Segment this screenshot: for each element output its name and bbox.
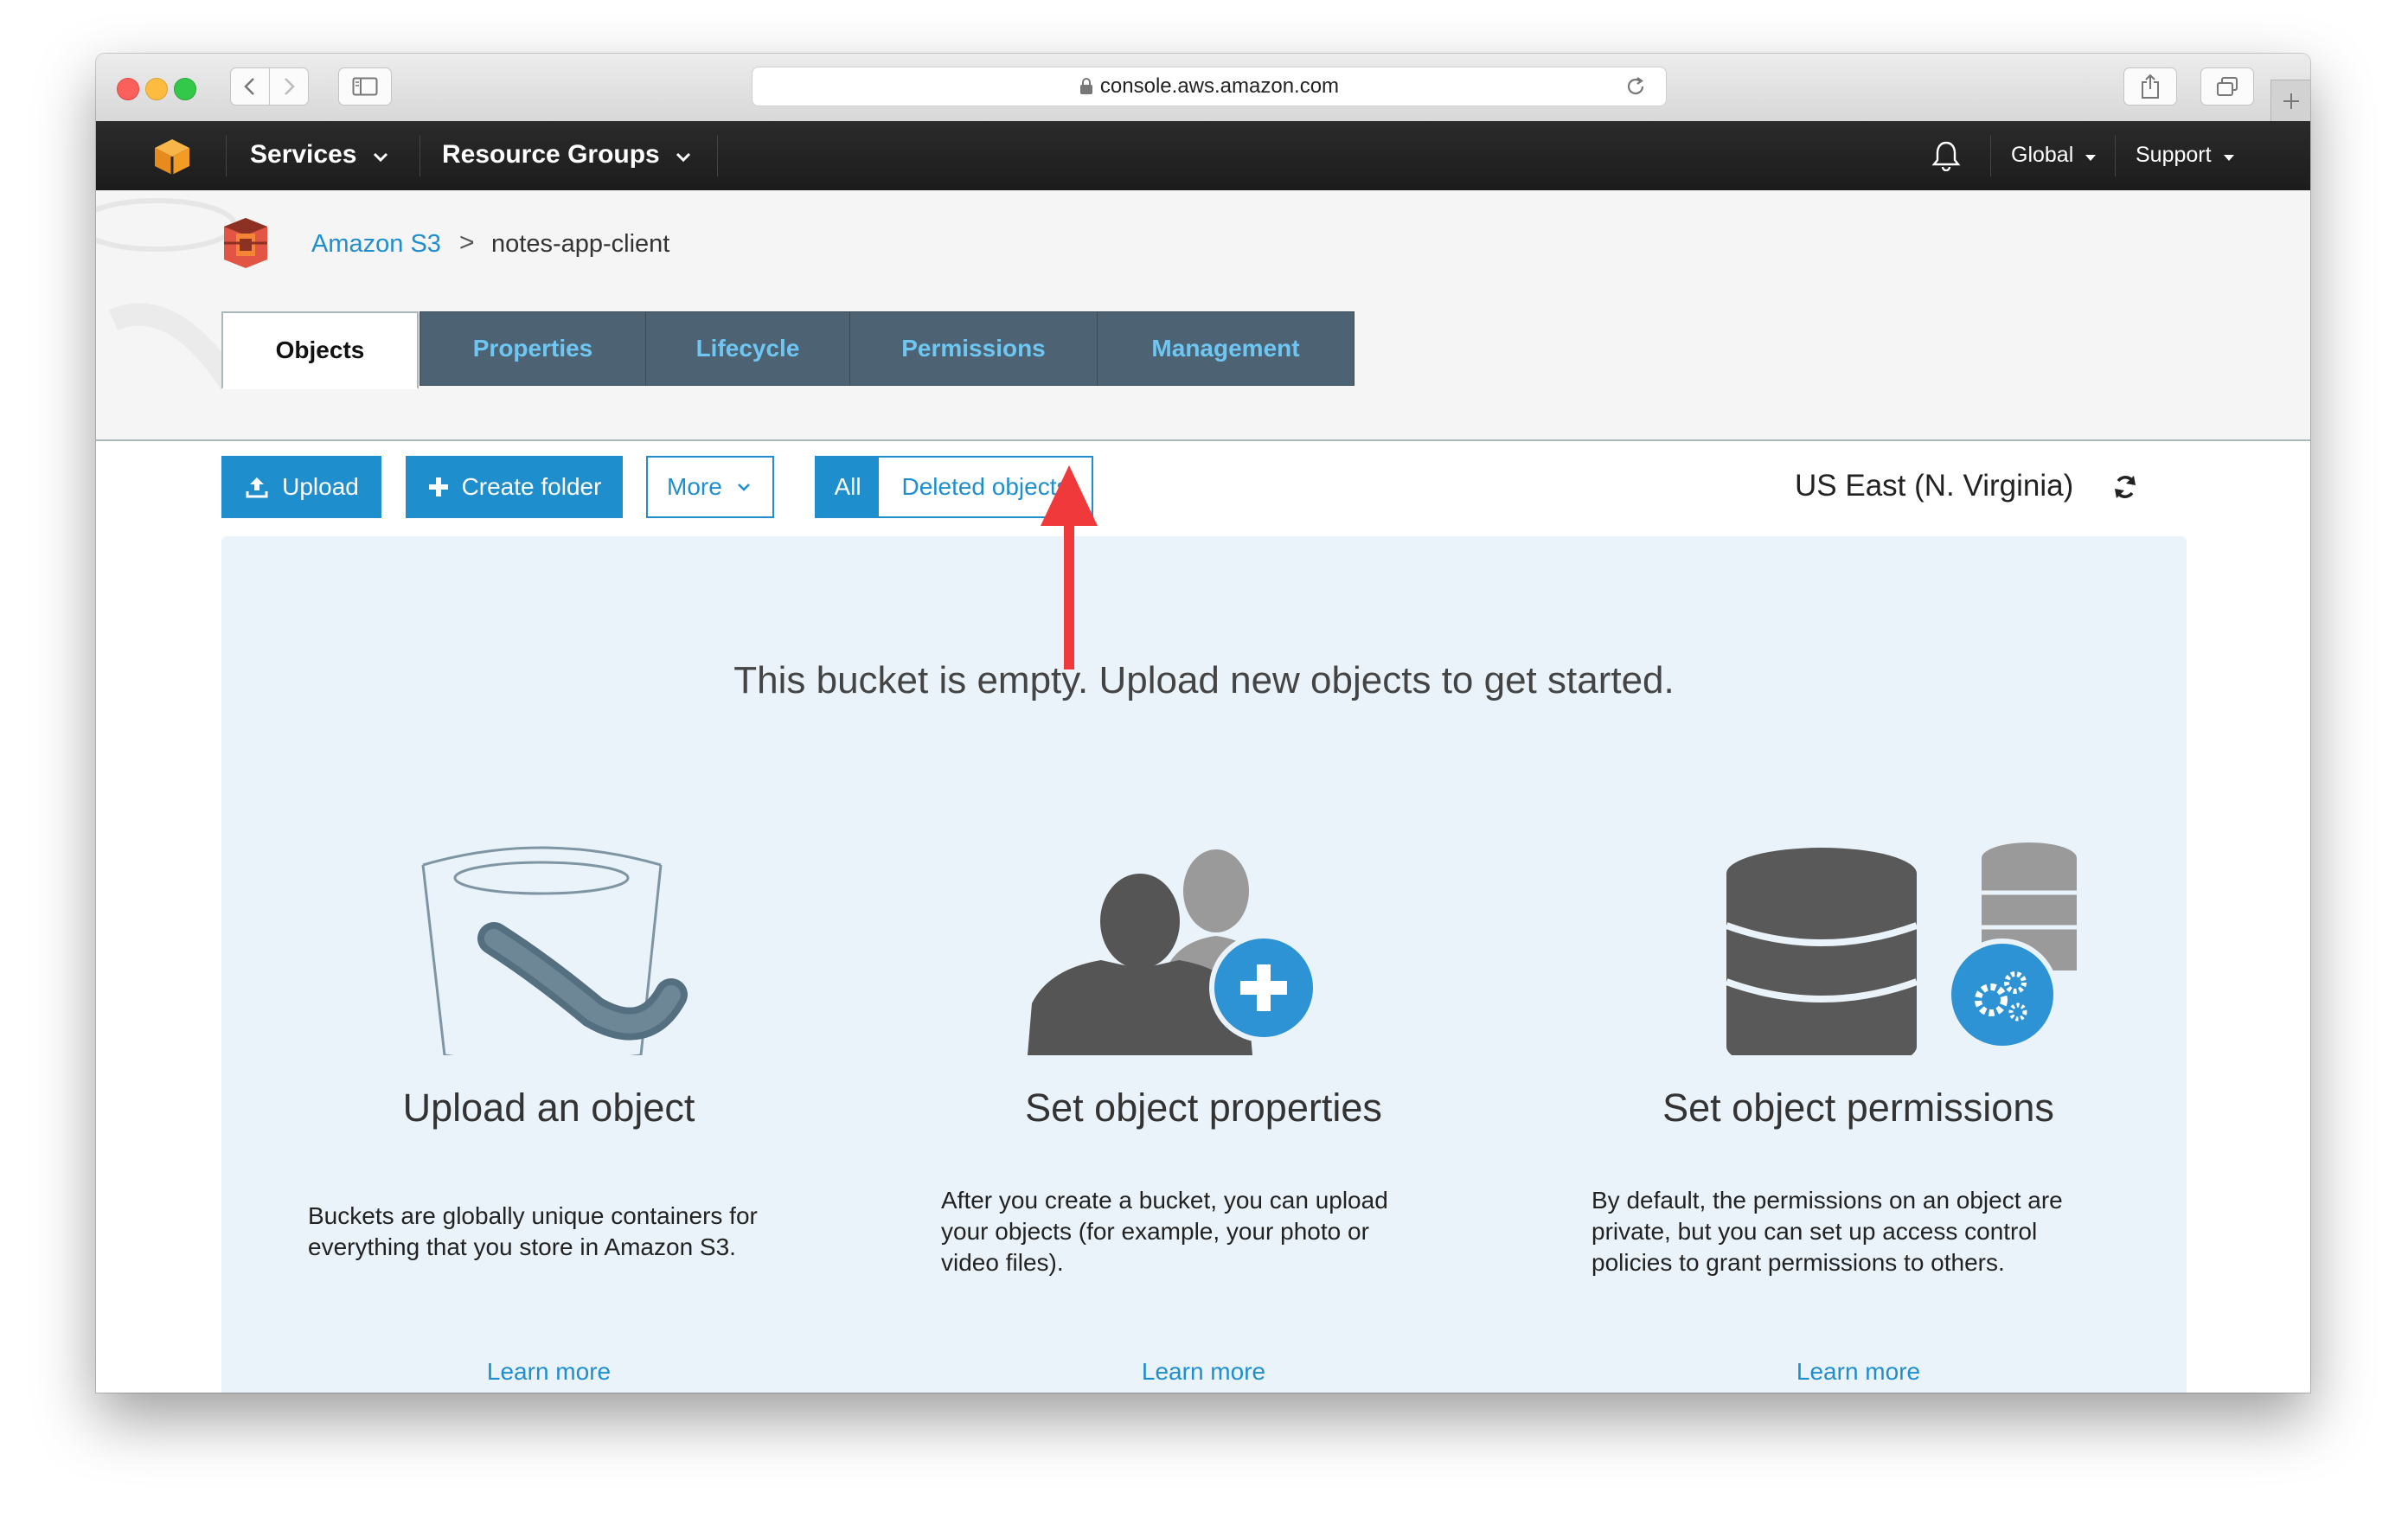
zoom-window-button[interactable]: [174, 78, 196, 100]
sidebar-toggle-button[interactable]: [338, 67, 392, 106]
empty-bucket-panel: This bucket is empty. Upload new objects…: [221, 536, 2187, 1393]
lock-icon: [1079, 78, 1092, 94]
forward-button[interactable]: [269, 67, 309, 106]
chevron-left-icon: [244, 78, 254, 95]
upload-button[interactable]: Upload: [221, 456, 381, 518]
caret-down-icon: [2085, 155, 2097, 161]
address-bar[interactable]: console.aws.amazon.com: [752, 67, 1667, 106]
support-menu[interactable]: Support: [2136, 143, 2235, 168]
upload-object-title: Upload an object: [402, 1086, 695, 1130]
create-folder-button[interactable]: Create folder: [406, 456, 623, 518]
caret-down-icon: [2223, 155, 2234, 161]
refresh-icon[interactable]: [2111, 473, 2139, 501]
share-button[interactable]: [2123, 67, 2177, 106]
database-settings-icon: [1725, 842, 2077, 1055]
tab-properties[interactable]: Properties: [419, 311, 646, 386]
aws-cube-logo-icon[interactable]: [152, 137, 192, 176]
close-window-button[interactable]: [117, 78, 139, 100]
notifications-bell-icon[interactable]: [1931, 140, 1961, 171]
reload-icon[interactable]: [1624, 75, 1647, 98]
tab-management[interactable]: Management: [1097, 311, 1354, 386]
set-permissions-title: Set object permissions: [1662, 1086, 2054, 1130]
users-add-icon: [1028, 849, 1318, 1055]
sidebar-icon: [352, 77, 378, 96]
upload-object-description: Buckets are globally unique containers f…: [308, 1202, 758, 1260]
breadcrumb-separator: >: [459, 228, 475, 257]
set-properties-title: Set object properties: [1025, 1086, 1382, 1130]
chevron-down-icon: [737, 484, 750, 491]
set-permissions-description: By default, the permissions on an object…: [1591, 1187, 2063, 1276]
chevron-down-icon: [373, 152, 387, 163]
region-global-menu[interactable]: Global: [2011, 143, 2097, 168]
all-objects-toggle[interactable]: All: [817, 458, 879, 516]
tabs-overview-button[interactable]: [2200, 67, 2254, 106]
plus-icon: [428, 477, 448, 496]
resource-groups-menu[interactable]: Resource Groups: [442, 140, 691, 170]
url-text: console.aws.amazon.com: [1099, 74, 1340, 98]
bucket-icon: [421, 846, 688, 1055]
more-actions-dropdown[interactable]: More: [646, 456, 774, 518]
browser-toolbar: console.aws.amazon.com: [96, 54, 2310, 122]
breadcrumb-current-bucket: notes-app-client: [491, 230, 670, 258]
chevron-down-icon: [676, 152, 691, 163]
amazon-s3-logo-icon[interactable]: [221, 216, 271, 270]
aws-top-nav: Services Resource Groups Global Support: [96, 121, 2310, 190]
breadcrumb-amazon-s3-link[interactable]: Amazon S3: [311, 230, 441, 259]
empty-bucket-message: This bucket is empty. Upload new objects…: [733, 659, 1675, 701]
upload-object-learn-more-link[interactable]: Learn more: [221, 1358, 876, 1386]
tabs-icon: [2217, 77, 2238, 96]
set-properties-description: After you create a bucket, you can uploa…: [941, 1187, 1388, 1276]
annotation-arrow-icon: [1041, 465, 1098, 669]
bucket-header: Amazon S3 > notes-app-client Objects Pro…: [96, 190, 2310, 441]
region-label: US East (N. Virginia): [1795, 469, 2074, 503]
new-tab-button[interactable]: [2270, 80, 2310, 122]
services-menu[interactable]: Services: [250, 140, 388, 170]
set-permissions-learn-more-link[interactable]: Learn more: [1531, 1358, 2186, 1386]
set-properties-learn-more-link[interactable]: Learn more: [876, 1358, 1531, 1386]
chevron-right-icon: [285, 78, 295, 95]
minimize-window-button[interactable]: [145, 78, 168, 100]
share-icon: [2142, 74, 2159, 99]
tab-lifecycle[interactable]: Lifecycle: [645, 311, 850, 386]
upload-icon: [246, 477, 268, 498]
tab-objects[interactable]: Objects: [221, 311, 419, 389]
tab-permissions[interactable]: Permissions: [849, 311, 1098, 386]
browser-window: console.aws.amazon.com Services Resource…: [96, 54, 2310, 1393]
back-button[interactable]: [230, 67, 270, 106]
plus-icon: [2283, 93, 2299, 109]
